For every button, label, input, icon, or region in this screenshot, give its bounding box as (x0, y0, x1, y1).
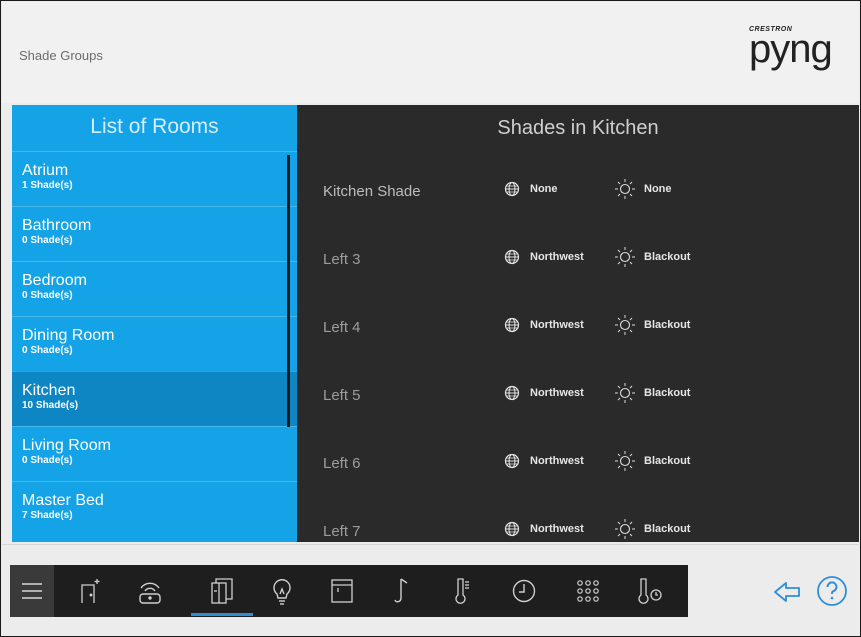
room-item-living-room[interactable]: Living Room 0 Shade(s) (12, 426, 297, 481)
room-list-heading: List of Rooms (90, 115, 219, 138)
menu-icon (22, 583, 42, 599)
shade-name: Left 4 (323, 319, 361, 336)
nav-music-button[interactable] (382, 565, 422, 617)
room-item-bathroom[interactable]: Bathroom 0 Shade(s) (12, 206, 297, 261)
globe-icon[interactable] (504, 453, 520, 469)
active-tab-indicator (191, 613, 253, 616)
back-arrow-icon[interactable] (773, 581, 801, 603)
sun-icon[interactable] (614, 314, 636, 336)
globe-icon[interactable] (504, 385, 520, 401)
globe-icon[interactable] (504, 181, 520, 197)
nav-windows-button[interactable] (322, 565, 362, 617)
shade-row[interactable]: Kitchen Shade None None (297, 173, 859, 213)
nav-lights-button[interactable] (262, 565, 302, 617)
thermometer-icon (455, 578, 469, 604)
shade-name: Kitchen Shade (323, 183, 421, 200)
shade-mode[interactable]: Blackout (644, 251, 690, 263)
shade-orientation[interactable]: Northwest (530, 523, 584, 535)
shade-name: Left 6 (323, 455, 361, 472)
shade-mode[interactable]: None (644, 183, 672, 195)
header: Shade Groups CRESTRON pyng (2, 2, 859, 103)
page-title: Shade Groups (19, 48, 103, 63)
nav-doors-button[interactable] (70, 565, 110, 617)
music-note-icon (394, 578, 408, 603)
room-item-atrium[interactable]: Atrium 1 Shade(s) (12, 151, 297, 206)
room-item-master-bed[interactable]: Master Bed 7 Shade(s) (12, 481, 297, 536)
room-name: Bathroom (22, 217, 92, 234)
shade-name: Left 3 (323, 251, 361, 268)
shades-panel: Shades in Kitchen Kitchen Shade None Non… (297, 105, 859, 542)
nav-sensors-button[interactable] (628, 565, 672, 617)
shade-orientation[interactable]: Northwest (530, 455, 584, 467)
room-shade-count: 0 Shade(s) (22, 345, 73, 356)
shade-name: Left 7 (323, 523, 361, 540)
room-shade-count: 7 Shade(s) (22, 510, 73, 521)
room-list-scrollbar[interactable] (287, 155, 290, 427)
room-shade-count: 0 Shade(s) (22, 235, 73, 246)
shade-name: Left 5 (323, 387, 361, 404)
shade-row[interactable]: Left 7 Northwest Blackout (297, 513, 859, 542)
sun-icon[interactable] (614, 246, 636, 268)
nav-media-button[interactable] (128, 565, 172, 617)
globe-icon[interactable] (504, 521, 520, 537)
menu-button[interactable] (10, 565, 54, 617)
bottom-nav-bar (10, 565, 688, 617)
room-name: Dining Room (22, 327, 115, 344)
shade-orientation[interactable]: Northwest (530, 319, 584, 331)
room-name: Living Room (22, 437, 111, 454)
keypad-icon (577, 580, 599, 602)
room-shade-count: 0 Shade(s) (22, 290, 73, 301)
shade-mode[interactable]: Blackout (644, 523, 690, 535)
shade-mode[interactable]: Blackout (644, 319, 690, 331)
logo-product-text: pyng (749, 27, 833, 71)
shades-icon (211, 578, 233, 604)
sun-icon[interactable] (614, 382, 636, 404)
shade-orientation[interactable]: Northwest (530, 387, 584, 399)
help-icon[interactable] (816, 575, 848, 607)
clock-icon (512, 579, 536, 603)
room-list: Atrium 1 Shade(s) Bathroom 0 Shade(s) Be… (12, 151, 297, 536)
sun-icon[interactable] (614, 450, 636, 472)
sun-icon[interactable] (614, 178, 636, 200)
shade-orientation[interactable]: None (530, 183, 558, 195)
shade-row[interactable]: Left 6 Northwest Blackout (297, 445, 859, 485)
door-icon (81, 579, 100, 603)
lightbulb-icon (273, 579, 291, 605)
room-name: Atrium (22, 162, 69, 179)
nav-schedule-button[interactable] (502, 565, 546, 617)
shade-mode[interactable]: Blackout (644, 387, 690, 399)
room-name: Master Bed (22, 492, 104, 509)
room-list-panel: List of Rooms Atrium 1 Shade(s) Bathroom… (12, 105, 297, 542)
room-item-bedroom[interactable]: Bedroom 0 Shade(s) (12, 261, 297, 316)
globe-icon[interactable] (504, 317, 520, 333)
content-divider (2, 544, 859, 545)
remote-icon (139, 582, 161, 604)
temperature-sensor-icon (638, 578, 662, 604)
nav-shades-button[interactable] (196, 565, 248, 617)
room-name: Kitchen (22, 382, 76, 399)
room-name: Bedroom (22, 272, 87, 289)
room-item-dining-room[interactable]: Dining Room 0 Shade(s) (12, 316, 297, 371)
room-shade-count: 1 Shade(s) (22, 180, 73, 191)
room-item-kitchen[interactable]: Kitchen 10 Shade(s) (12, 371, 297, 426)
globe-icon[interactable] (504, 249, 520, 265)
nav-keypads-button[interactable] (566, 565, 610, 617)
shades-heading: Shades in Kitchen (497, 117, 659, 139)
nav-climate-button[interactable] (442, 565, 482, 617)
shade-row[interactable]: Left 5 Northwest Blackout (297, 377, 859, 417)
room-shade-count: 10 Shade(s) (22, 400, 79, 411)
room-shade-count: 0 Shade(s) (22, 455, 73, 466)
crestron-pyng-logo: CRESTRON pyng (749, 26, 849, 76)
shade-orientation[interactable]: Northwest (530, 251, 584, 263)
shade-row[interactable]: Left 4 Northwest Blackout (297, 309, 859, 349)
shade-row[interactable]: Left 3 Northwest Blackout (297, 241, 859, 281)
sun-icon[interactable] (614, 518, 636, 540)
window-icon (331, 579, 353, 603)
app-window: Shade Groups CRESTRON pyng List of Rooms… (0, 0, 861, 637)
shade-mode[interactable]: Blackout (644, 455, 690, 467)
